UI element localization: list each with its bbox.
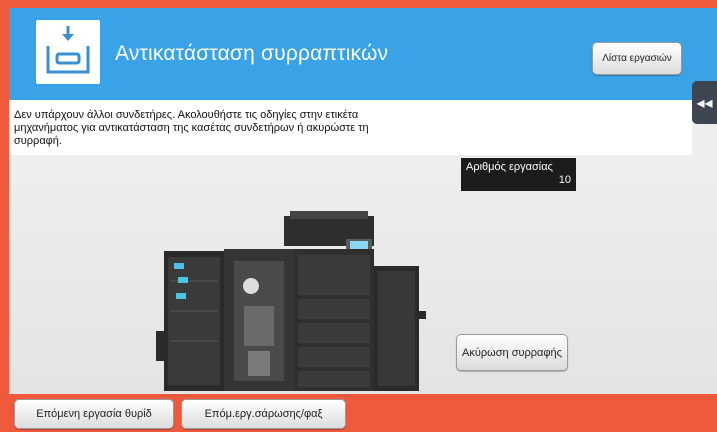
next-scan-fax-job-button[interactable]: Επόμ.εργ.σάρωσης/φαξ <box>181 399 346 429</box>
double-chevron-left-icon[interactable]: ◂◂ <box>692 81 717 124</box>
panel-frame: Αντικατάσταση συρραπτικών Λίστα εργασιών… <box>0 0 717 432</box>
page-title: Αντικατάσταση συρραπτικών <box>115 42 389 65</box>
job-number-label: Αριθμός εργασίας <box>466 161 553 173</box>
next-job-box-button[interactable]: Επόμενη εργασία θυρίδ <box>14 399 174 429</box>
header-bar: Αντικατάσταση συρραπτικών Λίστα εργασιών <box>9 8 717 100</box>
job-number-value: 10 <box>558 174 571 186</box>
message-area: Δεν υπάρχουν άλλοι συνδετήρες. Ακολουθήσ… <box>9 100 692 155</box>
screen: Αντικατάσταση συρραπτικών Λίστα εργασιών… <box>9 8 717 432</box>
job-list-button[interactable]: Λίστα εργασιών <box>592 42 682 75</box>
instruction-message: Δεν υπάρχουν άλλοι συνδετήρες. Ακολουθήσ… <box>14 109 369 147</box>
job-number-panel: Αριθμός εργασίας 10 <box>461 158 576 191</box>
cancel-stapling-button[interactable]: Ακύρωση συρραφής <box>456 334 568 371</box>
multifunction-printer-icon <box>156 211 426 401</box>
staple-cartridge-icon <box>36 20 100 84</box>
